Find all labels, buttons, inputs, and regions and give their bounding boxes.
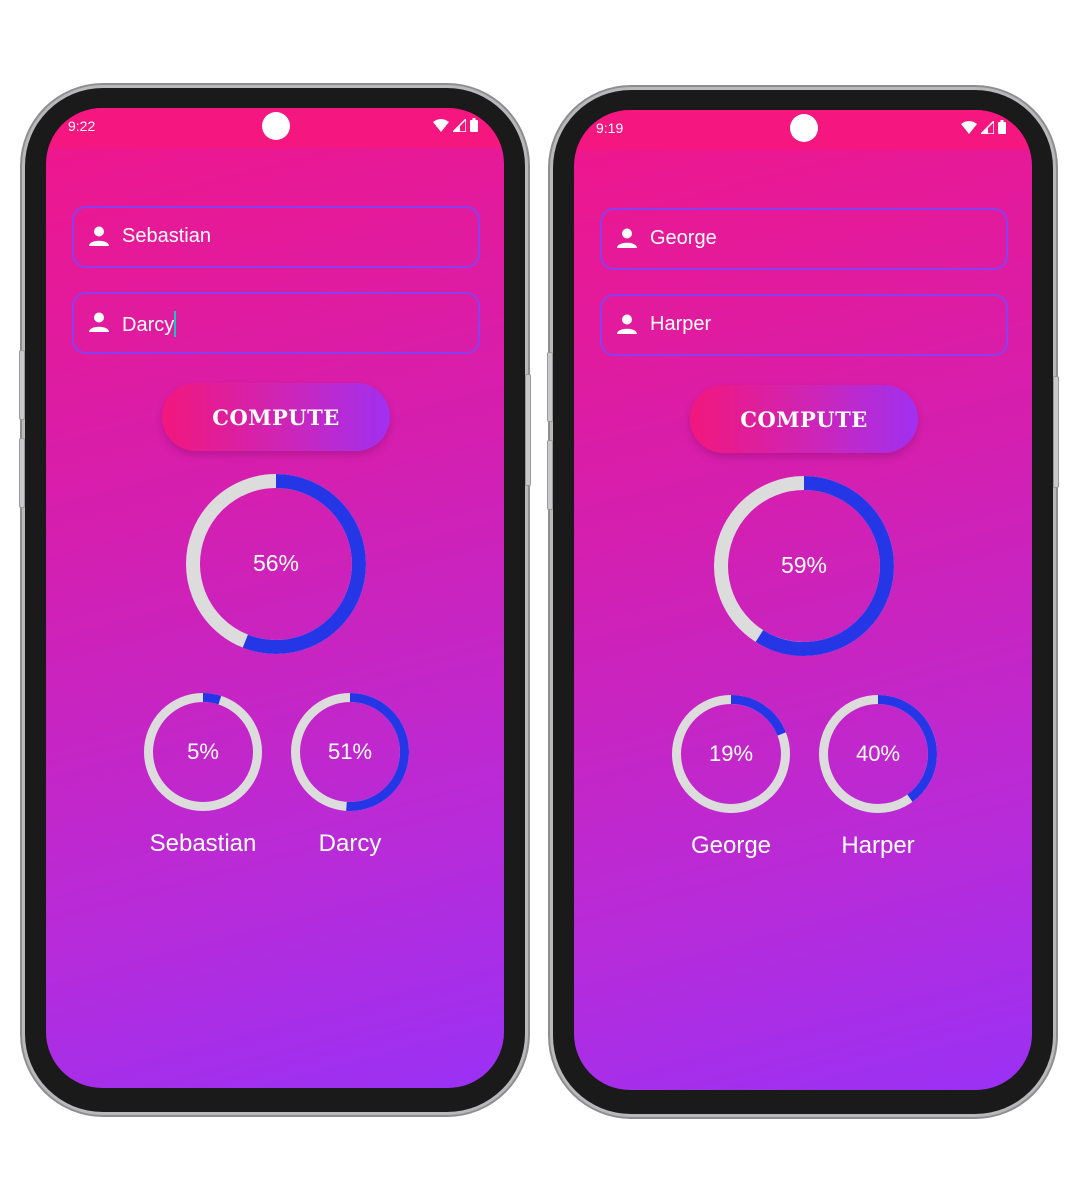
person1-percent: 19% xyxy=(708,741,754,766)
first-name-value: George xyxy=(650,227,717,249)
signal-icon xyxy=(981,120,994,134)
person2-name: Harper xyxy=(841,832,915,859)
person2-result: 40% xyxy=(819,695,937,813)
match-result: 59% xyxy=(714,476,894,656)
phone-screen: 9:22 Sebastian Darcy COMPUTE 56% 5% 51% … xyxy=(46,108,504,1088)
battery-icon xyxy=(998,120,1006,134)
match-result: 56% xyxy=(186,474,366,654)
status-time: 9:19 xyxy=(596,120,624,136)
volume-down-button[interactable] xyxy=(19,438,25,508)
person2-percent: 51% xyxy=(327,739,373,764)
person1-name: Sebastian xyxy=(149,830,257,857)
match-percent: 56% xyxy=(252,550,300,576)
compute-button[interactable]: COMPUTE xyxy=(162,383,390,451)
match-percent: 59% xyxy=(780,552,828,578)
wifi-icon xyxy=(433,118,449,132)
person2-name: Darcy xyxy=(318,830,382,857)
first-name-input[interactable]: Sebastian xyxy=(72,206,480,268)
second-name-input[interactable]: Harper xyxy=(600,294,1008,356)
signal-icon xyxy=(453,118,466,132)
compute-button[interactable]: COMPUTE xyxy=(690,385,918,453)
person-icon xyxy=(88,226,110,251)
second-name-value: Harper xyxy=(650,313,712,335)
status-bar: 9:22 xyxy=(46,108,504,148)
person-icon xyxy=(88,312,110,337)
person2-result: 51% xyxy=(291,693,409,811)
text-cursor xyxy=(174,311,177,337)
wifi-icon xyxy=(961,120,977,134)
second-name-input[interactable]: Darcy xyxy=(72,292,480,354)
person1-result: 19% xyxy=(672,695,790,813)
front-camera xyxy=(790,114,818,142)
phone-frame: 9:22 Sebastian Darcy COMPUTE 56% 5% 51% … xyxy=(19,88,531,1112)
phone-frame: 9:19 George Harper COMPUTE 59% 19% 40% G… xyxy=(547,90,1059,1114)
status-time: 9:22 xyxy=(68,118,96,134)
person1-name: George xyxy=(690,832,772,859)
battery-icon xyxy=(470,118,478,132)
phone-screen: 9:19 George Harper COMPUTE 59% 19% 40% G… xyxy=(574,110,1032,1090)
person1-result: 5% xyxy=(144,693,262,811)
person-icon xyxy=(616,228,638,253)
status-bar: 9:19 xyxy=(574,110,1032,150)
power-button[interactable] xyxy=(1053,376,1059,488)
person-icon xyxy=(616,314,638,339)
front-camera xyxy=(262,112,290,140)
volume-down-button[interactable] xyxy=(547,440,553,510)
volume-up-button[interactable] xyxy=(547,352,553,422)
first-name-value: Sebastian xyxy=(122,225,211,247)
person1-percent: 5% xyxy=(187,739,219,764)
second-name-value: Darcy xyxy=(122,314,175,336)
person2-percent: 40% xyxy=(855,741,901,766)
power-button[interactable] xyxy=(525,374,531,486)
volume-up-button[interactable] xyxy=(19,350,25,420)
first-name-input[interactable]: George xyxy=(600,208,1008,270)
